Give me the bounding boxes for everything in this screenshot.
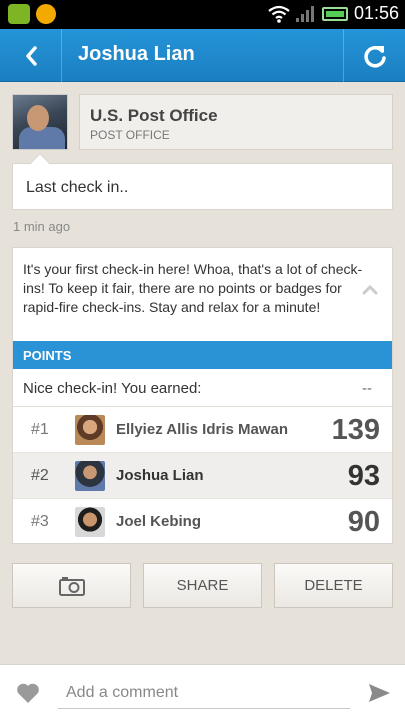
venue-name: U.S. Post Office [90, 106, 218, 125]
notification-icons [8, 4, 56, 24]
add-photo-button[interactable] [12, 563, 131, 608]
last-checkin-bubble: Last check in.. [12, 153, 393, 210]
last-checkin-text: Last check in.. [26, 179, 129, 196]
app-notification-icon [36, 4, 56, 24]
refresh-button[interactable] [343, 29, 405, 82]
chevron-left-icon [25, 45, 37, 66]
leaderboard-score: 139 [331, 414, 380, 446]
page-title: Joshua Lian [78, 43, 195, 65]
venue-card[interactable]: U.S. Post Office POST OFFICE [79, 94, 393, 150]
leaderboard-name: Joshua Lian [116, 467, 204, 484]
back-button[interactable] [0, 29, 62, 82]
checkin-result-card: It's your first check-in here! Whoa, tha… [12, 247, 393, 544]
leaderboard-name: Joel Kebing [116, 513, 202, 530]
points-header: POINTS [13, 341, 392, 369]
points-earned-row: Nice check-in! You earned: -- [13, 369, 392, 407]
delete-button[interactable]: DELETE [274, 563, 393, 608]
battery-icon [321, 6, 348, 21]
leaderboard-rank: #3 [31, 513, 49, 530]
avatar [75, 415, 105, 445]
heart-icon[interactable] [16, 682, 40, 704]
leaderboard-name: Ellyiez Allis Idris Mawan [116, 421, 289, 438]
leaderboard-row[interactable]: #1 Ellyiez Allis Idris Mawan 139 [13, 407, 392, 453]
leaderboard-score: 90 [347, 506, 380, 538]
points-earned-value: -- [362, 380, 372, 397]
status-indicators: 01:56 [268, 3, 399, 24]
leaderboard-score: 93 [347, 460, 380, 492]
points-earned-label: Nice check-in! You earned: [23, 380, 202, 397]
avatar [75, 507, 105, 537]
chevron-up-icon[interactable] [362, 285, 378, 295]
leaderboard-row[interactable]: #3 Joel Kebing 90 [13, 499, 392, 545]
comment-bar [0, 664, 405, 720]
share-button[interactable]: SHARE [143, 563, 262, 608]
android-notification-icon [8, 4, 30, 24]
leaderboard-rank: #1 [31, 421, 49, 438]
wifi-icon [268, 5, 290, 23]
venue-category: POST OFFICE [90, 128, 170, 142]
action-bar: Joshua Lian [0, 29, 405, 82]
user-avatar[interactable] [12, 94, 68, 150]
leaderboard-rank: #2 [31, 467, 49, 484]
signal-icon [295, 5, 316, 22]
comment-input[interactable] [58, 677, 350, 709]
checkin-time: 1 min ago [13, 219, 71, 234]
avatar [75, 461, 105, 491]
clock: 01:56 [353, 3, 399, 23]
send-icon[interactable] [367, 682, 391, 704]
camera-icon [58, 576, 85, 596]
refresh-icon [363, 45, 386, 67]
checkin-message: It's your first check-in here! Whoa, tha… [23, 261, 363, 315]
leaderboard-row[interactable]: #2 Joshua Lian 93 [13, 453, 392, 499]
status-bar: 01:56 [0, 0, 405, 29]
